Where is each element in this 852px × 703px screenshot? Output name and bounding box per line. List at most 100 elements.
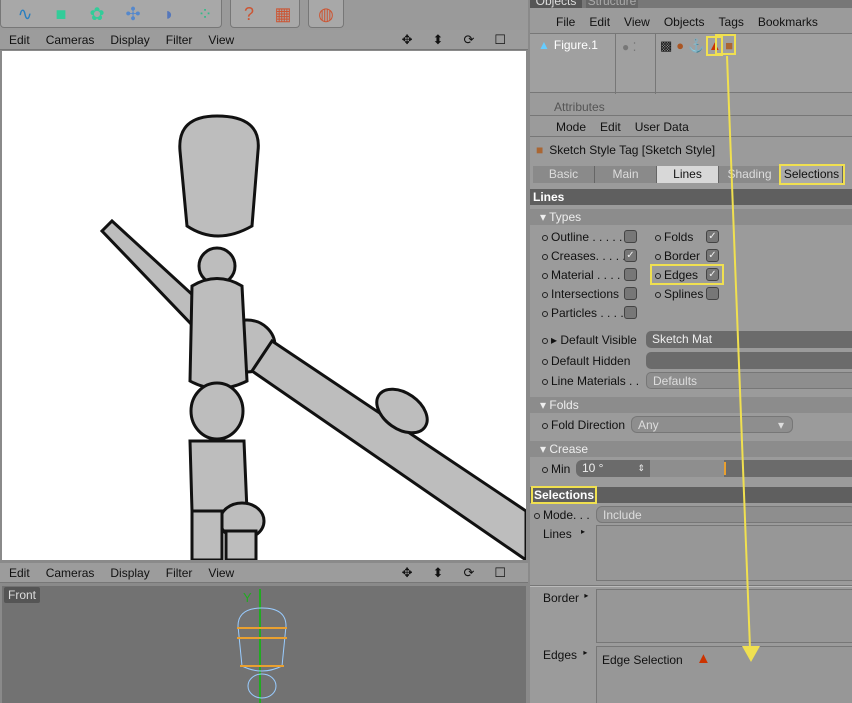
menu-file[interactable]: File	[556, 15, 575, 29]
object-row-figure[interactable]: ▲ Figure.1	[538, 38, 598, 52]
rotate-icon[interactable]: ⟳	[463, 32, 474, 48]
material-label: Material . . . .	[542, 268, 620, 282]
move-icon[interactable]: ✥	[402, 565, 413, 581]
deformer-icon[interactable]: ✣	[120, 2, 146, 26]
zoom-icon[interactable]: ⬍	[433, 565, 444, 581]
mode-dropdown[interactable]: Include	[596, 506, 852, 523]
menu-edit[interactable]: Edit	[589, 15, 610, 29]
visibility-dots[interactable]: ● ⁚	[622, 40, 636, 54]
array-icon[interactable]: ✿	[84, 2, 110, 26]
viewport-menu-bar-bottom: Edit Cameras Display Filter View ✥ ⬍ ⟳ ☐	[0, 563, 528, 583]
zoom-icon[interactable]: ⬍	[433, 32, 444, 48]
spheres-tag-icon[interactable]: ●	[676, 38, 684, 54]
material-checkbox[interactable]	[624, 268, 637, 281]
menu-filter[interactable]: Filter	[166, 33, 193, 47]
splines-checkbox[interactable]	[706, 287, 719, 300]
menu-cameras[interactable]: Cameras	[46, 33, 95, 47]
menu-tags[interactable]: Tags	[719, 15, 744, 29]
tab-lines[interactable]: Lines	[657, 166, 719, 183]
default-visible-label: ▸ Default Visible	[542, 333, 637, 347]
edges-selection-box[interactable]: Edge Selection ▲	[596, 646, 852, 703]
maximize-icon[interactable]: ☐	[494, 32, 506, 48]
crease-min-input[interactable]: 10 ° ⇕	[576, 460, 650, 477]
menu-view[interactable]: View	[208, 566, 234, 580]
figure-icon: ▲	[538, 38, 550, 52]
spline-pen-icon[interactable]: ∿	[12, 2, 38, 26]
cube-icon[interactable]: ■	[48, 2, 74, 26]
selections-section-header: Selections	[530, 486, 852, 504]
maximize-icon[interactable]: ☐	[494, 565, 506, 581]
tab-objects[interactable]: Objects	[530, 0, 582, 8]
menu-view[interactable]: View	[624, 15, 650, 29]
edges-selection-label: Edges ▸	[543, 648, 588, 662]
menu-edit[interactable]: Edit	[9, 33, 30, 47]
lines-selection-box[interactable]	[596, 525, 852, 581]
menu-display[interactable]: Display	[110, 33, 149, 47]
front-viewport[interactable]: Front Y	[2, 586, 526, 703]
menu-filter[interactable]: Filter	[166, 566, 193, 580]
menu-mode[interactable]: Mode	[556, 120, 586, 134]
types-group-header[interactable]: ▾ Types	[530, 209, 852, 225]
attributes-menu-bar: Mode Edit User Data	[530, 117, 852, 137]
crease-group-header[interactable]: ▾ Crease	[530, 441, 852, 457]
menu-display[interactable]: Display	[110, 566, 149, 580]
perspective-viewport[interactable]	[2, 51, 526, 560]
tag-title: Sketch Style Tag [Sketch Style]	[549, 143, 716, 157]
attributes-header: Attributes	[530, 98, 852, 116]
menu-view[interactable]: View	[208, 33, 234, 47]
crease-min-slider[interactable]	[650, 460, 852, 477]
edge-selection-item[interactable]: Edge Selection	[602, 653, 683, 667]
particles-checkbox[interactable]	[624, 306, 637, 319]
slider-handle[interactable]	[724, 462, 726, 475]
edges-highlight	[650, 264, 724, 285]
edge-selection-tag-icon[interactable]: ▲	[706, 36, 724, 56]
menu-edit[interactable]: Edit	[9, 566, 30, 580]
line-materials-dropdown[interactable]: Defaults	[646, 372, 852, 389]
fold-direction-label: Fold Direction	[542, 418, 625, 432]
help-table-icon[interactable]: ▦	[270, 2, 296, 26]
menu-user-data[interactable]: User Data	[635, 120, 689, 134]
creases-checkbox[interactable]: ✓	[624, 249, 637, 262]
wireframe-figure	[237, 589, 287, 703]
particles-icon[interactable]: ⁘	[192, 2, 218, 26]
main-toolbar: ∿ ■ ✿ ✣ ◗ ⁘ ? ▦ ◍	[0, 0, 528, 30]
bend-icon[interactable]: ◗	[156, 2, 182, 26]
figure-render	[99, 114, 526, 560]
menu-bookmarks[interactable]: Bookmarks	[758, 15, 818, 29]
outline-checkbox[interactable]	[624, 230, 637, 243]
tab-basic[interactable]: Basic	[533, 166, 595, 183]
intersections-checkbox[interactable]	[624, 287, 637, 300]
border-selection-label: Border ▸	[543, 591, 589, 605]
help-cursor-icon[interactable]: ?	[236, 2, 262, 26]
render-globe-icon[interactable]: ◍	[313, 2, 339, 26]
tab-structure[interactable]: Structure	[586, 0, 638, 8]
tab-main[interactable]: Main	[595, 166, 657, 183]
menu-objects[interactable]: Objects	[664, 15, 705, 29]
anchor-tag-icon[interactable]: ⚓	[688, 38, 704, 54]
move-icon[interactable]: ✥	[402, 32, 413, 48]
splines-label: Splines	[655, 287, 703, 301]
intersections-label: Intersections	[542, 287, 619, 301]
rotate-icon[interactable]: ⟳	[463, 565, 474, 581]
tag-title-row: ■ Sketch Style Tag [Sketch Style]	[530, 143, 852, 157]
border-checkbox[interactable]: ✓	[706, 249, 719, 262]
creases-label: Creases. . . . .	[542, 249, 626, 263]
checker-tag-icon[interactable]: ▩	[660, 38, 672, 54]
default-hidden-field[interactable]	[646, 352, 852, 369]
default-hidden-label: Default Hidden	[542, 354, 630, 368]
tab-selections[interactable]: Selections	[779, 164, 845, 185]
sketch-style-tag-icon[interactable]: ■	[725, 38, 733, 54]
edge-selection-tag-icon: ▲	[696, 650, 711, 667]
menu-cameras[interactable]: Cameras	[46, 566, 95, 580]
menu-edit[interactable]: Edit	[600, 120, 621, 134]
folds-group-header[interactable]: ▾ Folds	[530, 397, 852, 413]
folds-checkbox[interactable]: ✓	[706, 230, 719, 243]
particles-label: Particles . . . .	[542, 306, 624, 320]
default-visible-field[interactable]: Sketch Mat	[646, 331, 852, 348]
border-selection-box[interactable]	[596, 589, 852, 643]
tab-shading[interactable]: Shading	[719, 166, 781, 183]
folds-label: Folds	[655, 230, 693, 244]
right-panel: Objects Structure File Edit View Objects…	[530, 0, 852, 703]
mode-label: Mode. . .	[534, 508, 590, 522]
fold-direction-dropdown[interactable]: Any ▾	[631, 416, 793, 433]
